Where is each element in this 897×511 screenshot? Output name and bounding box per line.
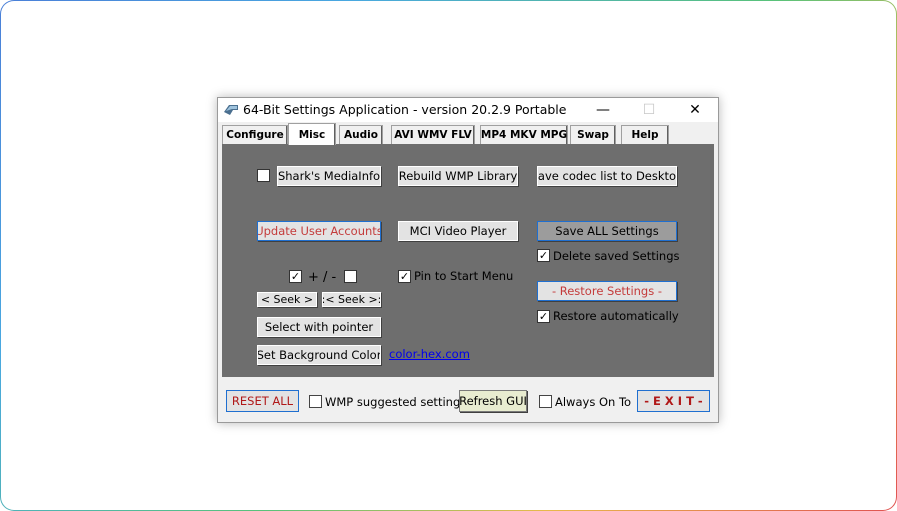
wmp-suggested-checkbox[interactable] xyxy=(309,395,322,408)
plus-minus-label: + / - xyxy=(308,270,337,285)
seek-back-button[interactable]: < Seek > xyxy=(257,292,317,307)
window-title: 64-Bit Settings Application - version 20… xyxy=(243,102,567,117)
tab-configure[interactable]: Configure xyxy=(222,125,288,144)
tab-mp4-mkv-mpg[interactable]: MP4 MKV MPG xyxy=(480,125,568,144)
mci-video-player-button[interactable]: MCI Video Player xyxy=(398,221,518,241)
always-on-top-checkbox[interactable] xyxy=(539,395,552,408)
maximize-button[interactable]: ☐ xyxy=(626,98,672,122)
sharks-mediainfo-button[interactable]: Shark's MediaInfo xyxy=(277,166,381,186)
minimize-button[interactable]: — xyxy=(580,98,626,122)
pin-start-menu-checkbox[interactable]: ✓ xyxy=(398,270,411,283)
restore-automatically-checkbox[interactable]: ✓ xyxy=(537,310,550,323)
tab-bar: Configure Misc Audio AVI WMV FLV MP4 MKV… xyxy=(218,122,718,145)
tab-audio[interactable]: Audio xyxy=(339,125,383,144)
delete-saved-settings-label: Delete saved Settings xyxy=(553,249,680,263)
select-with-pointer-button[interactable]: Select with pointer xyxy=(257,317,381,337)
close-button[interactable]: ✕ xyxy=(672,98,718,122)
always-on-top-label: Always On Top xyxy=(555,395,631,409)
set-background-color-button[interactable]: Set Background Color xyxy=(257,345,381,365)
tab-swap[interactable]: Swap xyxy=(570,125,616,144)
delete-saved-settings-checkbox[interactable]: ✓ xyxy=(537,249,550,262)
settings-window: 64-Bit Settings Application - version 20… xyxy=(217,97,719,423)
save-all-settings-button[interactable]: Save ALL Settings xyxy=(537,221,677,241)
save-codec-list-button[interactable]: Save codec list to Desktop xyxy=(537,166,677,186)
restore-settings-button[interactable]: - Restore Settings - xyxy=(537,281,677,301)
check-mark-icon: ✓ xyxy=(538,310,549,323)
maximize-icon: ☐ xyxy=(642,102,656,118)
restore-automatically-label: Restore automatically xyxy=(553,309,679,323)
mediainfo-checkbox[interactable] xyxy=(257,169,270,182)
exit-button[interactable]: - E X I T - xyxy=(637,390,710,412)
check-mark-icon: ✓ xyxy=(538,249,549,262)
minus-checkbox[interactable] xyxy=(344,270,357,283)
plus-checkbox[interactable]: ✓ xyxy=(289,270,302,283)
close-icon: ✕ xyxy=(689,102,701,118)
title-bar[interactable]: 64-Bit Settings Application - version 20… xyxy=(218,98,718,122)
check-mark-icon: ✓ xyxy=(290,270,301,283)
tab-misc[interactable]: Misc xyxy=(288,123,336,145)
app-icon xyxy=(224,105,238,115)
pin-start-menu-label: Pin to Start Menu xyxy=(414,269,514,283)
tab-avi-wmv-flv[interactable]: AVI WMV FLV xyxy=(391,125,475,144)
minimize-icon: — xyxy=(596,102,610,118)
update-user-accounts-button[interactable]: Update User Accounts xyxy=(257,221,381,241)
seek-forward-button[interactable]: :< Seek >: xyxy=(322,292,381,307)
refresh-gui-button[interactable]: Refresh GUI xyxy=(459,390,527,412)
color-hex-link[interactable]: color-hex.com xyxy=(389,347,470,361)
misc-panel: Shark's MediaInfo Rebuild WMP Library Sa… xyxy=(222,144,714,377)
check-mark-icon: ✓ xyxy=(399,270,410,283)
tab-help[interactable]: Help xyxy=(621,125,669,144)
reset-all-button[interactable]: RESET ALL xyxy=(226,390,299,412)
rebuild-wmp-library-button[interactable]: Rebuild WMP Library xyxy=(398,166,518,186)
wmp-suggested-label: WMP suggested settings xyxy=(325,395,467,409)
